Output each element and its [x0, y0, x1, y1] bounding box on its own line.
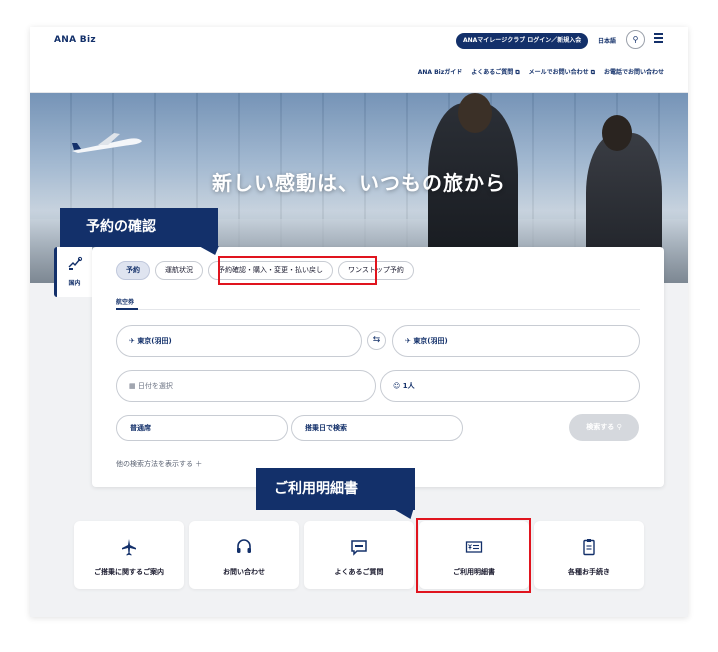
- domestic-icon: [68, 256, 82, 270]
- search-button[interactable]: 検索する ⚲: [569, 414, 639, 441]
- faq-icon: [351, 540, 367, 556]
- quick-link-label: よくあるご質問: [334, 568, 384, 576]
- date-field[interactable]: ▦ 日付を選択: [116, 370, 376, 402]
- callout-tail: [393, 509, 421, 519]
- quick-link-procedures[interactable]: 各種お手続き: [534, 521, 644, 589]
- hero-title: 新しい感動は、いつもの旅から: [212, 171, 506, 195]
- tab-reserve[interactable]: 予約: [116, 261, 150, 280]
- ana-biz-logo[interactable]: ANA Biz: [54, 35, 96, 45]
- search-button-label: 検索する: [586, 423, 615, 431]
- site-header: ANA Biz ANAマイレージクラブ ログイン／新規入会 日本語 ⚲ ANA …: [30, 27, 688, 93]
- airplane-illustration: [72, 133, 142, 153]
- page-frame: ANA Biz ANAマイレージクラブ ログイン／新規入会 日本語 ⚲ ANA …: [30, 27, 688, 617]
- highlight-box-statement: [416, 518, 531, 593]
- quick-link-contact[interactable]: お問い合わせ: [189, 521, 299, 589]
- quick-link-label: ご搭乗に関するご案内: [94, 568, 164, 576]
- util-link-guide[interactable]: ANA Bizガイド: [418, 67, 463, 77]
- quick-link-boarding-info[interactable]: ご搭乗に関するご案内: [74, 521, 184, 589]
- traveler-head: [458, 93, 492, 133]
- login-button[interactable]: ANAマイレージクラブ ログイン／新規入会: [456, 33, 589, 49]
- seat-class-select[interactable]: 普通席: [116, 415, 288, 441]
- calendar-icon: ▦: [129, 382, 138, 390]
- passenger-value: 1人: [402, 382, 415, 390]
- date-placeholder: 日付を選択: [137, 382, 173, 390]
- tab-flight-status[interactable]: 運航状況: [155, 261, 203, 280]
- quick-link-label: お問い合わせ: [223, 568, 265, 576]
- hamburger-menu-icon[interactable]: [654, 33, 663, 43]
- more-search-options-link[interactable]: 他の検索方法を表示する ＋: [116, 459, 202, 469]
- headset-icon: [237, 539, 251, 553]
- callout-reservation-check: 予約の確認: [60, 208, 218, 247]
- side-tab-label: 国内: [68, 280, 81, 287]
- language-selector[interactable]: 日本語: [598, 36, 616, 45]
- search-icon[interactable]: ⚲: [626, 30, 645, 49]
- util-link-faq[interactable]: よくあるご質問 ⧉: [471, 67, 519, 77]
- departure-field[interactable]: ✈ 東京(羽田): [116, 325, 362, 357]
- util-link-phone[interactable]: お電話でお問い合わせ: [604, 67, 664, 77]
- arrival-field[interactable]: ✈ 東京(羽田): [392, 325, 640, 357]
- airplane-icon: [122, 539, 136, 556]
- callout-statement: ご利用明細書: [256, 468, 415, 510]
- booking-card: 予約 運航状況 予約確認・購入・変更・払い戻し ワンストップ予約 航空券 ✈ 東…: [92, 247, 664, 487]
- quick-link-label: 各種お手続き: [568, 568, 610, 576]
- subtab-active-indicator: [116, 308, 138, 310]
- quick-link-faq[interactable]: よくあるご質問: [304, 521, 414, 589]
- subtab-air-ticket[interactable]: 航空券: [116, 297, 134, 306]
- departure-value: 東京(羽田): [137, 337, 172, 345]
- highlight-box-confirm-tab: [218, 256, 377, 285]
- util-link-mail[interactable]: メールでお問い合わせ ⧉: [529, 67, 595, 77]
- clipboard-icon: [583, 539, 595, 556]
- utility-nav: ANA Bizガイド よくあるご質問 ⧉ メールでお問い合わせ ⧉ お電話でお問…: [418, 67, 664, 77]
- arrival-value: 東京(羽田): [413, 337, 448, 345]
- swap-route-icon[interactable]: ⇆: [367, 331, 386, 350]
- search-by-date-select[interactable]: 搭乗日で検索: [291, 415, 463, 441]
- search-icon: ⚲: [616, 423, 622, 431]
- subtab-divider: [116, 309, 640, 310]
- passenger-icon: ☺: [393, 382, 403, 390]
- domestic-side-tab[interactable]: 国内: [54, 247, 92, 297]
- traveler-head: [602, 115, 632, 151]
- passenger-field[interactable]: ☺ 1人: [380, 370, 640, 402]
